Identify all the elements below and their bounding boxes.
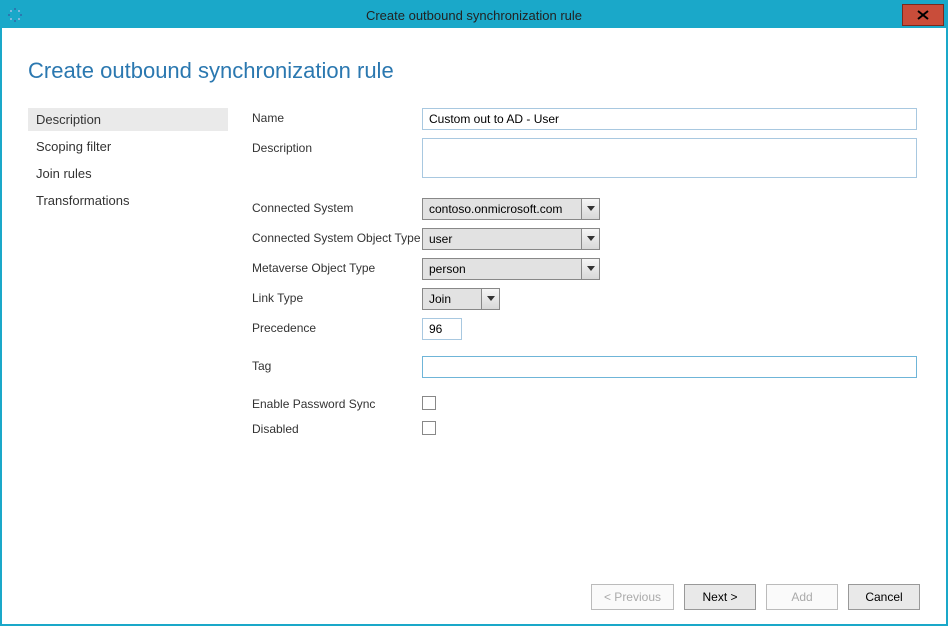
precedence-label: Precedence xyxy=(252,318,422,335)
form-area: Name Description Connected System contos… xyxy=(228,108,920,570)
close-button[interactable] xyxy=(902,4,944,26)
sidebar-item-join-rules[interactable]: Join rules xyxy=(28,162,228,185)
mv-object-type-label: Metaverse Object Type xyxy=(252,258,422,275)
chevron-down-icon xyxy=(587,236,595,242)
cs-object-type-label: Connected System Object Type xyxy=(252,228,422,245)
cancel-button[interactable]: Cancel xyxy=(848,584,920,610)
sidebar-item-transformations[interactable]: Transformations xyxy=(28,189,228,212)
titlebar-left xyxy=(8,8,22,22)
content-area: Create outbound synchronization rule Des… xyxy=(2,28,946,624)
close-icon xyxy=(917,10,929,20)
dropdown-button[interactable] xyxy=(482,288,500,310)
main-area: Description Scoping filter Join rules Tr… xyxy=(28,108,920,570)
app-icon xyxy=(8,8,22,22)
description-input[interactable] xyxy=(422,138,917,178)
mv-object-type-select[interactable]: person xyxy=(422,258,600,280)
description-label: Description xyxy=(252,138,422,155)
window-title: Create outbound synchronization rule xyxy=(366,8,582,23)
disabled-checkbox[interactable] xyxy=(422,421,436,435)
connected-system-select[interactable]: contoso.onmicrosoft.com xyxy=(422,198,600,220)
name-label: Name xyxy=(252,108,422,125)
dropdown-button[interactable] xyxy=(582,228,600,250)
chevron-down-icon xyxy=(587,206,595,212)
cs-object-type-select[interactable]: user xyxy=(422,228,600,250)
connected-system-label: Connected System xyxy=(252,198,422,215)
tag-label: Tag xyxy=(252,356,422,373)
sidebar-item-description[interactable]: Description xyxy=(28,108,228,131)
previous-button[interactable]: < Previous xyxy=(591,584,674,610)
add-button[interactable]: Add xyxy=(766,584,838,610)
dropdown-button[interactable] xyxy=(582,258,600,280)
chevron-down-icon xyxy=(587,266,595,272)
cs-object-type-value: user xyxy=(422,228,582,250)
dialog-window: Create outbound synchronization rule Cre… xyxy=(0,0,948,626)
mv-object-type-value: person xyxy=(422,258,582,280)
password-sync-checkbox[interactable] xyxy=(422,396,436,410)
connected-system-value: contoso.onmicrosoft.com xyxy=(422,198,582,220)
page-title: Create outbound synchronization rule xyxy=(28,58,920,84)
password-sync-label: Enable Password Sync xyxy=(252,394,422,411)
next-button[interactable]: Next > xyxy=(684,584,756,610)
tag-input[interactable] xyxy=(422,356,917,378)
precedence-input[interactable] xyxy=(422,318,462,340)
titlebar: Create outbound synchronization rule xyxy=(2,2,946,28)
link-type-value: Join xyxy=(422,288,482,310)
dropdown-button[interactable] xyxy=(582,198,600,220)
link-type-label: Link Type xyxy=(252,288,422,305)
chevron-down-icon xyxy=(487,296,495,302)
sidebar-item-scoping-filter[interactable]: Scoping filter xyxy=(28,135,228,158)
link-type-select[interactable]: Join xyxy=(422,288,500,310)
footer-buttons: < Previous Next > Add Cancel xyxy=(28,570,920,610)
wizard-sidebar: Description Scoping filter Join rules Tr… xyxy=(28,108,228,570)
name-input[interactable] xyxy=(422,108,917,130)
disabled-label: Disabled xyxy=(252,419,422,436)
